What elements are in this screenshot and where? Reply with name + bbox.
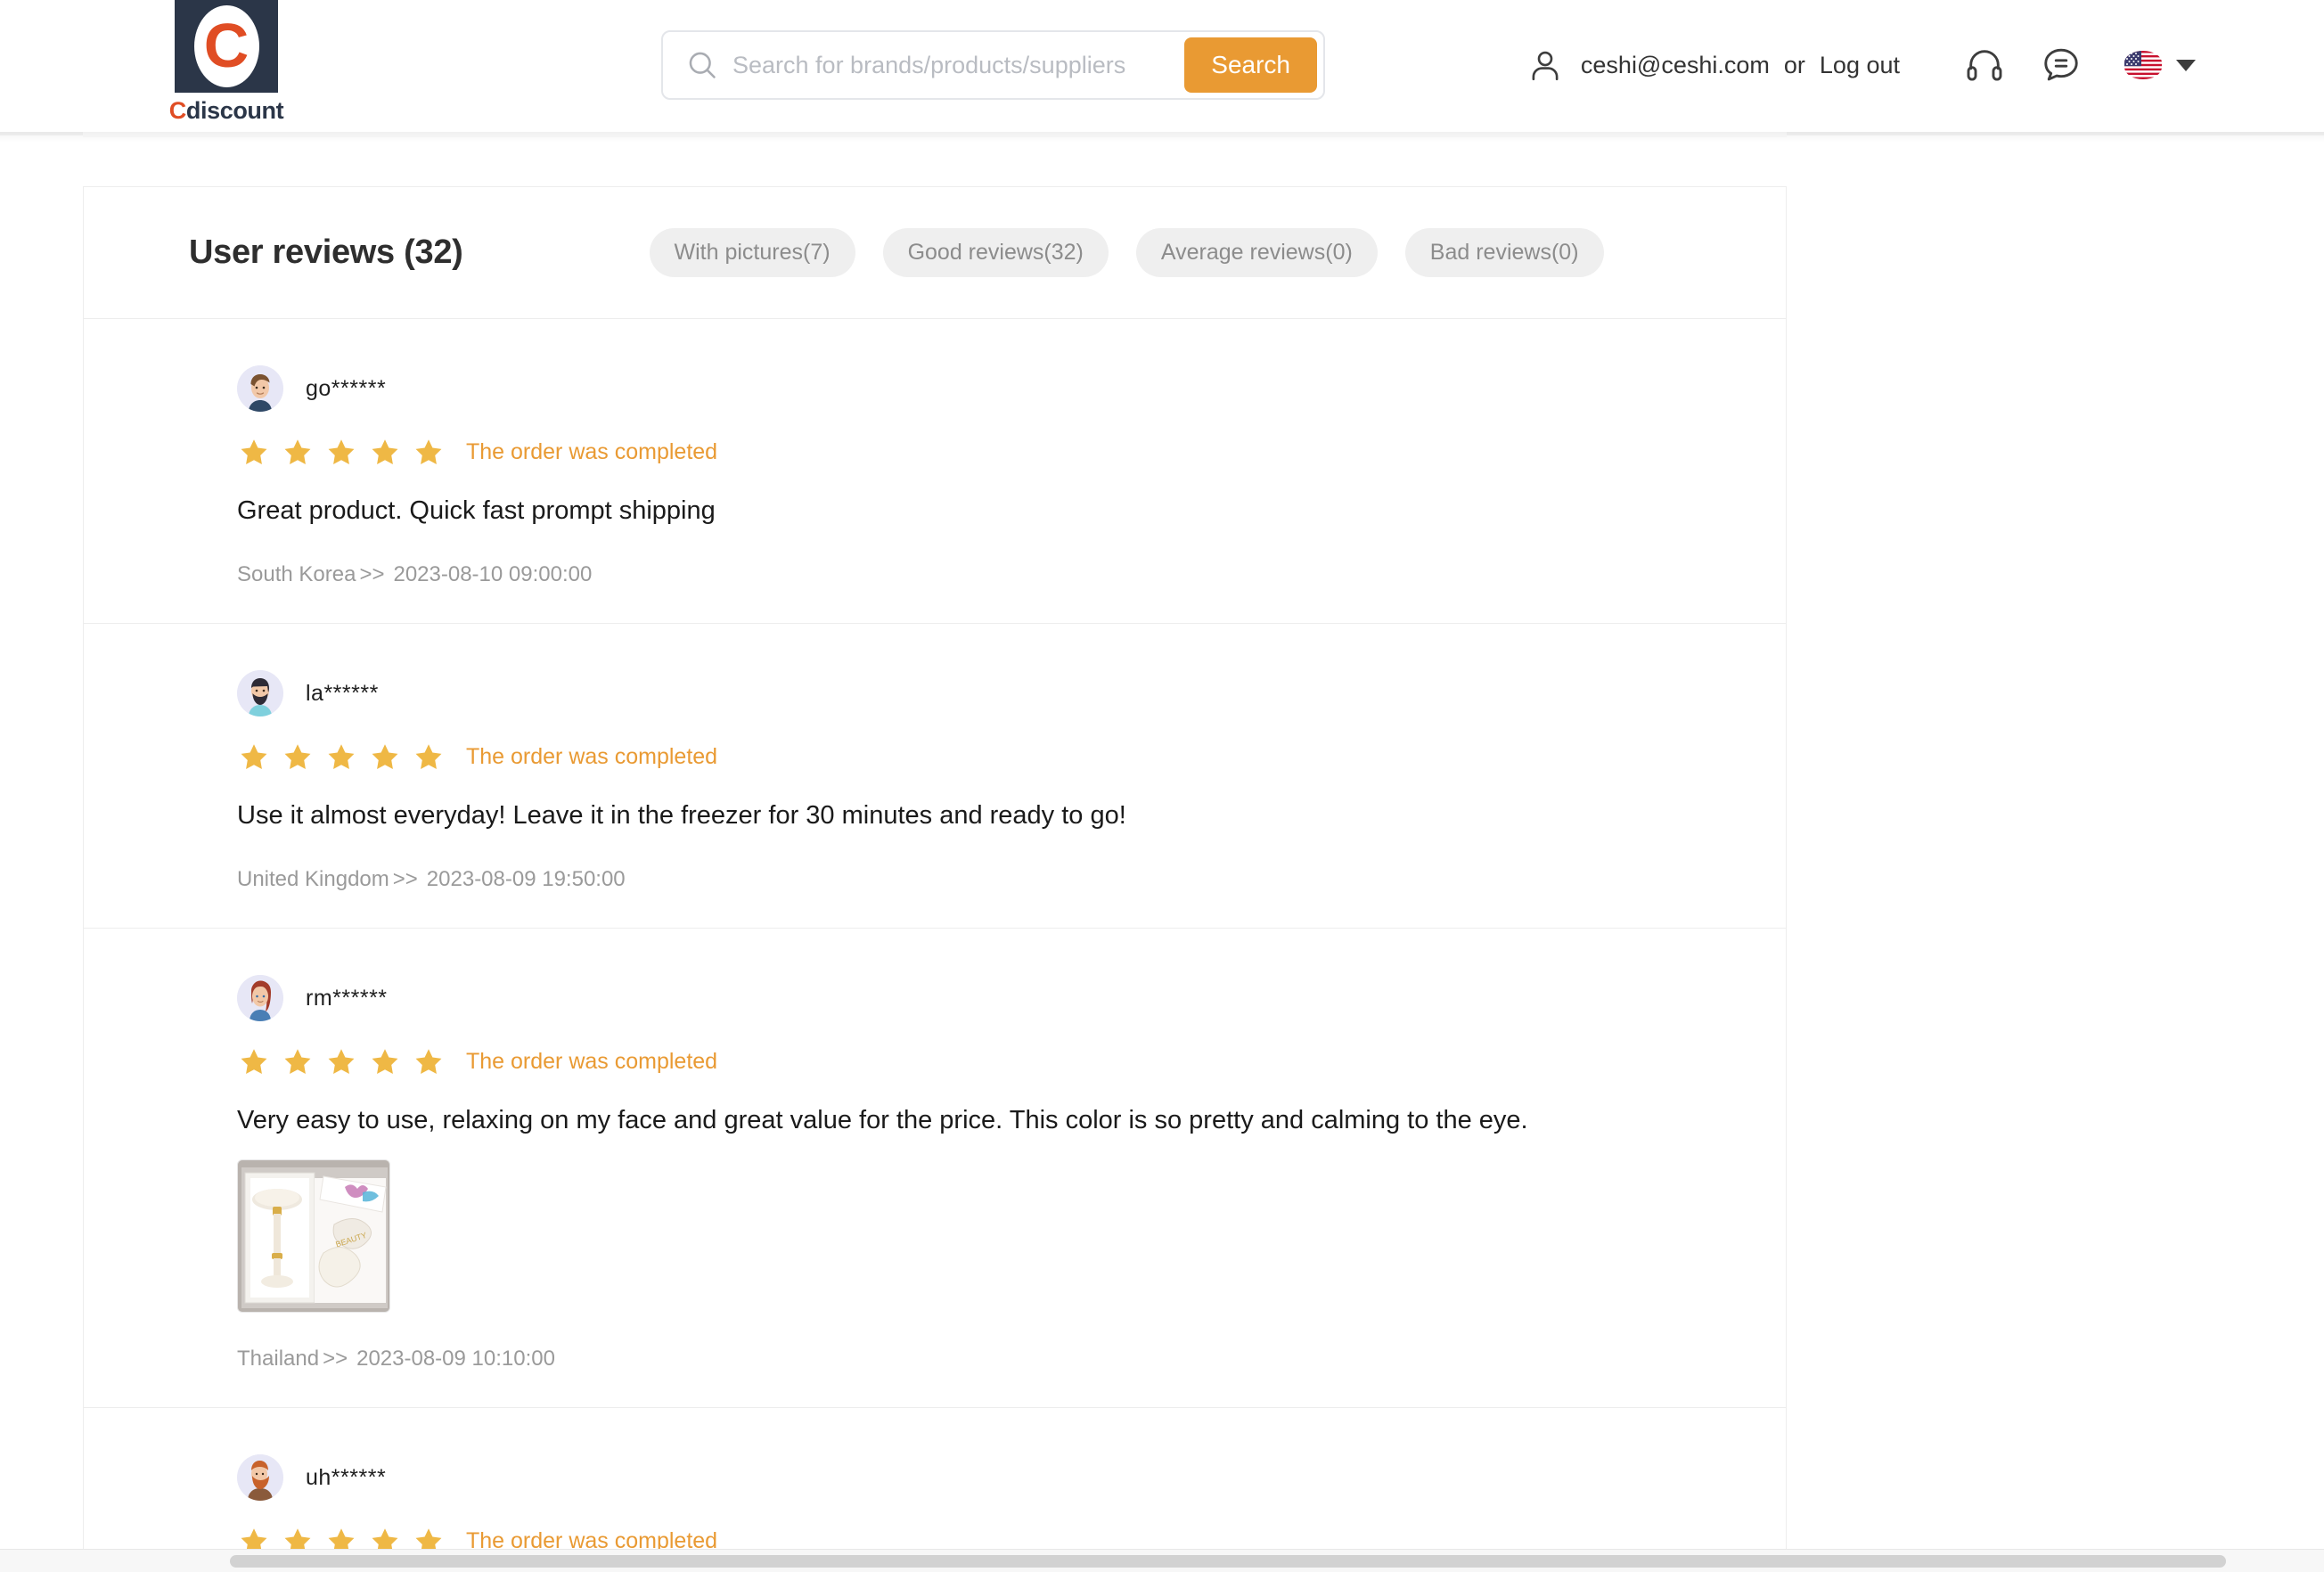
account-area: ceshi@ceshi.com or Log out bbox=[1526, 37, 2196, 93]
chevron-down-icon[interactable] bbox=[2176, 59, 2196, 71]
star-icon bbox=[412, 740, 446, 774]
star-icon bbox=[368, 740, 402, 774]
star-icon bbox=[281, 1044, 315, 1078]
us-flag-icon[interactable] bbox=[2124, 51, 2162, 79]
search-icon bbox=[684, 47, 720, 83]
avatar bbox=[237, 670, 283, 717]
review-user-line: uh****** bbox=[237, 1454, 1681, 1502]
review-text: Very easy to use, relaxing on my face an… bbox=[237, 1106, 1528, 1135]
filter-good-reviews[interactable]: Good reviews(32) bbox=[882, 228, 1109, 277]
logo-mark-icon: C bbox=[175, 0, 278, 93]
review-timestamp: 2023-08-09 19:50:00 bbox=[426, 867, 626, 892]
review-meta: Thailand >> 2023-08-09 10:10:00 bbox=[237, 1347, 1681, 1371]
review-filter-group: With pictures(7) Good reviews(32) Averag… bbox=[649, 228, 1604, 277]
star-icon bbox=[412, 1044, 446, 1078]
site-logo[interactable]: C Cdiscount bbox=[160, 0, 292, 132]
site-header: C Cdiscount Search for brands/products/s… bbox=[0, 0, 2324, 132]
review-photo-list: BEAUTY bbox=[237, 1159, 1681, 1314]
avatar bbox=[237, 975, 283, 1022]
review-user-line: go****** bbox=[237, 365, 1681, 412]
review-rating: The order was completed bbox=[237, 435, 1681, 469]
star-icon bbox=[281, 740, 315, 774]
review-item: go****** The order was completed Great p… bbox=[84, 319, 1786, 625]
logo-wordmark-rest: discount bbox=[185, 97, 284, 124]
review-photo-thumbnail[interactable]: BEAUTY bbox=[237, 1159, 390, 1314]
review-username: uh****** bbox=[306, 1464, 387, 1490]
review-meta-separator: >> bbox=[359, 562, 385, 587]
filter-with-pictures[interactable]: With pictures(7) bbox=[649, 228, 855, 277]
review-country: South Korea bbox=[237, 562, 356, 587]
review-timestamp: 2023-08-09 10:10:00 bbox=[356, 1347, 555, 1371]
star-icon bbox=[368, 1044, 402, 1078]
star-icon bbox=[412, 435, 446, 469]
review-country: Thailand bbox=[237, 1347, 320, 1371]
star-icon bbox=[237, 1044, 271, 1078]
search-button[interactable]: Search bbox=[1184, 37, 1317, 93]
review-country: United Kingdom bbox=[237, 867, 389, 892]
star-icon bbox=[237, 435, 271, 469]
horizontal-scrollbar[interactable] bbox=[0, 1549, 2324, 1572]
star-icon bbox=[324, 1044, 358, 1078]
filter-average-reviews[interactable]: Average reviews(0) bbox=[1135, 228, 1378, 277]
review-timestamp: 2023-08-10 09:00:00 bbox=[393, 562, 593, 587]
star-icon bbox=[281, 435, 315, 469]
chat-bubble-icon[interactable] bbox=[2039, 43, 2083, 87]
review-text: Great product. Quick fast prompt shippin… bbox=[237, 496, 716, 525]
review-user-line: rm****** bbox=[237, 975, 1681, 1022]
review-meta-separator: >> bbox=[323, 1347, 348, 1371]
star-icon bbox=[324, 740, 358, 774]
review-text: Use it almost everyday! Leave it in the … bbox=[237, 801, 1126, 831]
headphones-icon[interactable] bbox=[1962, 43, 2007, 87]
order-status-label: The order was completed bbox=[466, 743, 718, 769]
review-item: uh****** The order was completed Wonderf… bbox=[84, 1408, 1786, 1572]
star-icon bbox=[324, 435, 358, 469]
avatar bbox=[237, 365, 283, 412]
review-username: rm****** bbox=[306, 985, 388, 1011]
account-or-label: or bbox=[1783, 51, 1805, 78]
logo-wordmark-initial: C bbox=[168, 97, 187, 124]
star-icon bbox=[237, 740, 271, 774]
review-user-line: la****** bbox=[237, 670, 1681, 717]
page-title: User reviews (32) bbox=[189, 233, 463, 271]
logout-link[interactable]: Log out bbox=[1820, 52, 1900, 79]
review-username: la****** bbox=[306, 680, 379, 706]
user-icon bbox=[1526, 45, 1565, 85]
reviews-header: User reviews (32) With pictures(7) Good … bbox=[84, 187, 1786, 319]
review-meta: United Kingdom >> 2023-08-09 19:50:00 bbox=[237, 867, 1681, 892]
review-username: go****** bbox=[306, 375, 387, 401]
logo-letter: C bbox=[203, 10, 250, 80]
review-item: la****** The order was completed Use it … bbox=[84, 624, 1786, 929]
horizontal-scrollbar-thumb[interactable] bbox=[230, 1555, 2226, 1568]
review-rating: The order was completed bbox=[237, 1044, 1681, 1078]
avatar bbox=[237, 1454, 283, 1502]
header-shadow bbox=[0, 132, 2324, 143]
logo-wordmark: Cdiscount bbox=[168, 97, 284, 125]
order-status-label: The order was completed bbox=[466, 1048, 718, 1074]
review-meta-separator: >> bbox=[392, 867, 418, 892]
filter-bad-reviews[interactable]: Bad reviews(0) bbox=[1404, 228, 1604, 277]
order-status-label: The order was completed bbox=[466, 438, 718, 464]
review-meta: South Korea >> 2023-08-10 09:00:00 bbox=[237, 562, 1681, 587]
user-reviews-card: User reviews (32) With pictures(7) Good … bbox=[83, 186, 1787, 1572]
account-email: ceshi@ceshi.com bbox=[1580, 51, 1770, 78]
review-item: rm****** The order was completed Very ea… bbox=[84, 929, 1786, 1409]
review-rating: The order was completed bbox=[237, 740, 1681, 774]
search-bar[interactable]: Search bbox=[661, 30, 1325, 100]
star-icon bbox=[368, 435, 402, 469]
search-input[interactable] bbox=[720, 51, 1185, 79]
page-root: BEAUTY TOOLS: The skincare face massager… bbox=[0, 0, 2324, 1572]
